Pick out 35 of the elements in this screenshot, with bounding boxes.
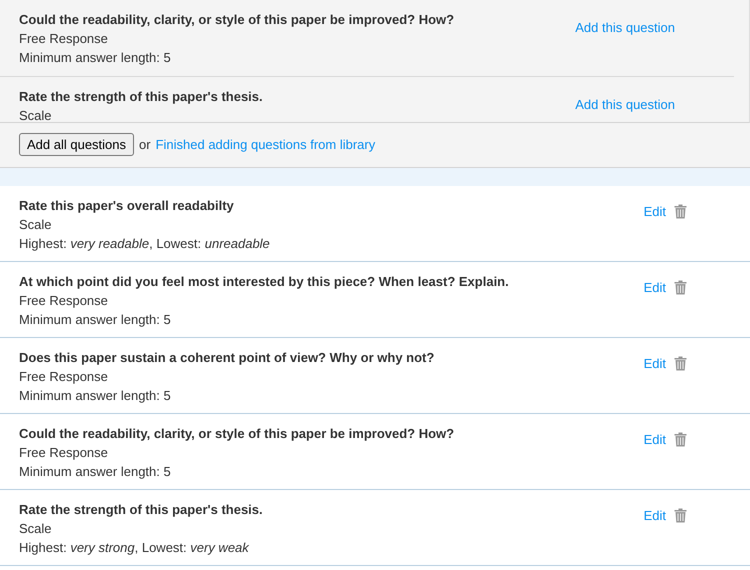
question-type: Scale (19, 520, 53, 538)
trash-icon[interactable] (674, 204, 687, 219)
question-title: Could the readability, clarity, or style of this paper be improved? How? (19, 425, 456, 443)
question-title: Rate the strength of this paper's thesis. (19, 88, 264, 106)
question-detail: Minimum answer length: 5 (19, 463, 172, 481)
edit-link[interactable]: Edit (644, 280, 666, 295)
edit-link[interactable]: Edit (644, 508, 666, 523)
question-type: Scale (19, 107, 53, 122)
question-type: Free Response (19, 444, 109, 462)
or-text: or (139, 137, 151, 152)
question-title: Does this paper sustain a coherent point of view? Why or why not? (19, 349, 436, 367)
question-title: Could the readability, clarity, or style of this paper be improved? How? (19, 11, 456, 29)
edit-link[interactable]: Edit (644, 432, 666, 447)
question-type: Free Response (19, 368, 109, 386)
trash-icon[interactable] (674, 356, 687, 371)
question-title: Rate this paper's overall readabilty (19, 197, 235, 215)
question-detail: Minimum answer length: 5 (19, 49, 172, 67)
question-type: Free Response (19, 292, 109, 310)
question-detail: Highest: very readable, Lowest: unreadable (19, 235, 271, 253)
question-title: Rate the strength of this paper's thesis. (19, 501, 264, 519)
edit-link[interactable]: Edit (644, 356, 666, 371)
question-detail: Highest: very strong, Lowest: very weak (19, 539, 250, 557)
trash-icon[interactable] (674, 280, 687, 295)
add-question-link[interactable]: Add this question (575, 18, 675, 37)
question-type: Free Response (19, 30, 109, 48)
finished-link[interactable]: Finished adding questions from library (156, 135, 376, 154)
question-type: Scale (19, 216, 53, 234)
edit-link[interactable]: Edit (644, 204, 666, 219)
trash-icon[interactable] (674, 432, 687, 447)
add-question-link[interactable]: Add this question (575, 95, 675, 114)
trash-icon[interactable] (674, 508, 687, 523)
add-all-button[interactable]: Add all questions (19, 133, 134, 156)
question-title: At which point did you feel most interested by this piece? When least? Explain. (19, 273, 510, 291)
question-detail: Minimum answer length: 5 (19, 311, 172, 329)
question-detail: Minimum answer length: 5 (19, 387, 172, 405)
